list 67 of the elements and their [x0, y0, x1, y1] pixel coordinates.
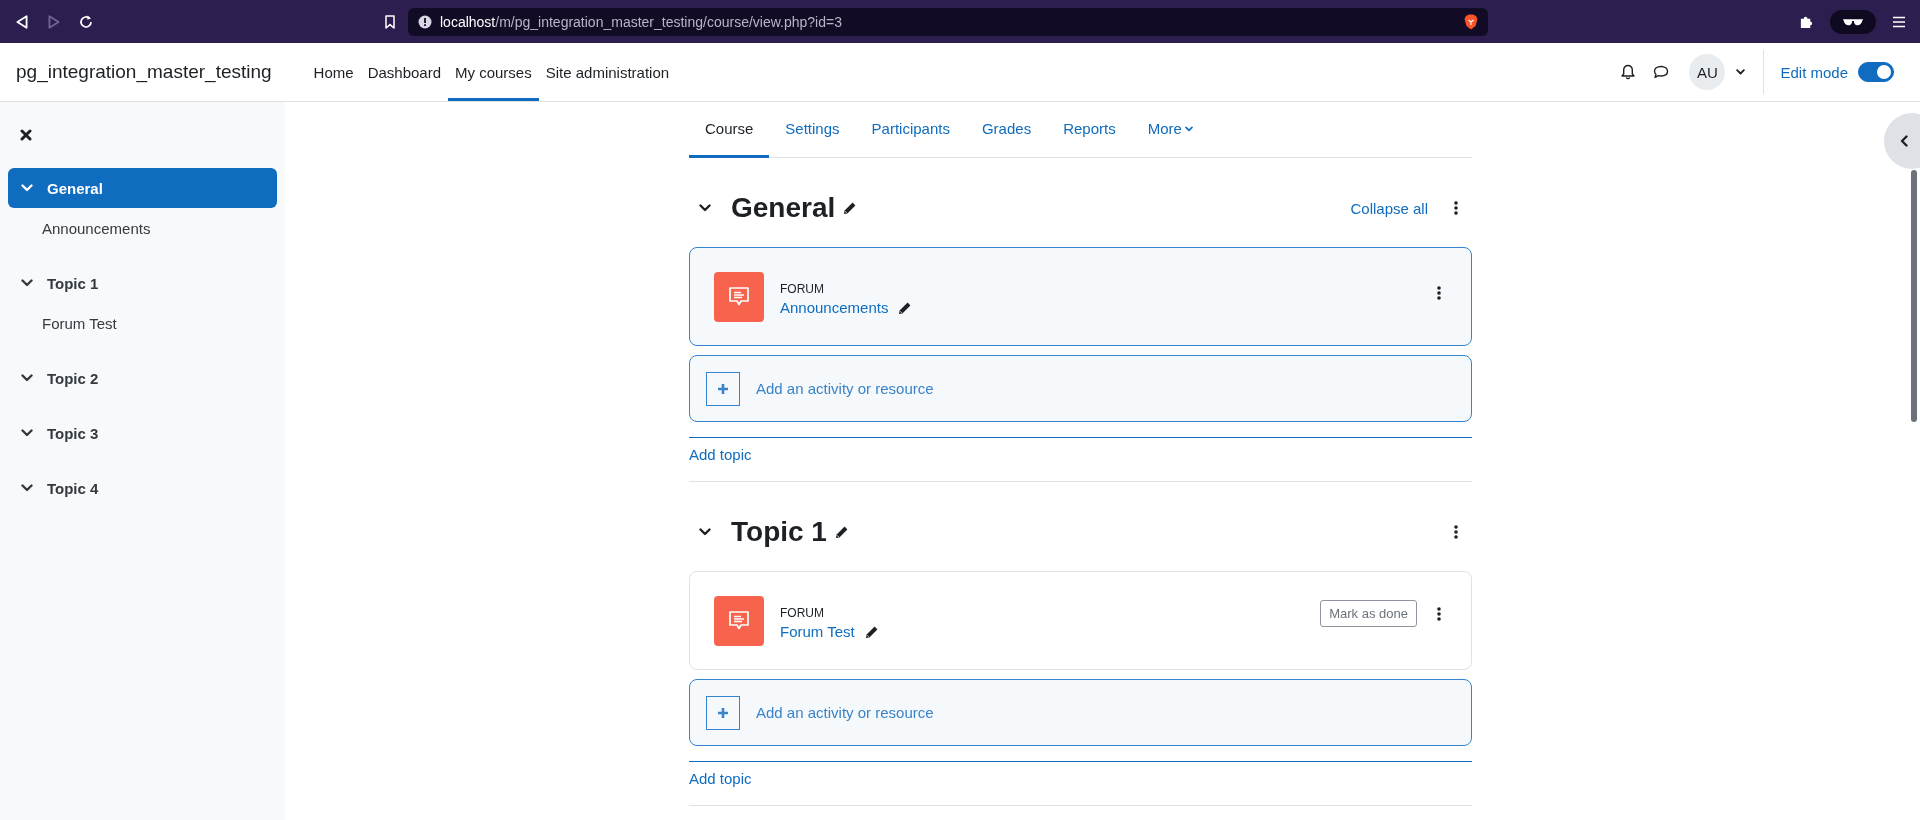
bell-icon[interactable]: [1621, 64, 1636, 80]
info-icon: [418, 14, 432, 29]
caret-icon[interactable]: [1736, 68, 1746, 76]
pencil-icon[interactable]: [843, 201, 858, 215]
course-tab[interactable]: Settings: [769, 102, 856, 158]
course-tab[interactable]: Reports: [1047, 102, 1132, 158]
chevron-down-icon[interactable]: [21, 429, 33, 437]
section-title: Topic 1: [731, 516, 827, 548]
course-index-section[interactable]: Topic 4: [8, 468, 277, 508]
course-index-section[interactable]: General: [8, 168, 277, 208]
course-index-item[interactable]: Announcements: [8, 208, 277, 248]
add-topic-link[interactable]: Add topic: [689, 446, 752, 463]
pencil-icon[interactable]: [834, 525, 849, 539]
chevron-down-icon[interactable]: [699, 528, 711, 536]
kebab-menu-icon[interactable]: [1454, 201, 1458, 215]
add-topic-link[interactable]: Add topic: [689, 770, 752, 787]
pencil-icon[interactable]: [864, 624, 879, 639]
chat-bubble-icon[interactable]: [1653, 65, 1670, 79]
menu-icon[interactable]: [1892, 15, 1906, 28]
course-tab[interactable]: Participants: [855, 102, 966, 158]
glasses-button[interactable]: [1830, 9, 1876, 34]
nav-link[interactable]: Home: [306, 43, 361, 101]
nav-link[interactable]: Site administration: [538, 43, 677, 101]
address-bar[interactable]: localhost/m/pg_integration_master_testing/course/view.php?id=3: [408, 7, 1488, 36]
mark-as-done-button[interactable]: Mark as done: [1320, 600, 1417, 627]
reload-icon[interactable]: [78, 13, 94, 30]
course-tab[interactable]: Course: [689, 102, 770, 158]
chevron-down-icon[interactable]: [21, 279, 33, 287]
site-name[interactable]: pg_integration_master_testing: [16, 61, 272, 83]
course-index-item[interactable]: Forum Test: [8, 303, 277, 343]
course-index-section[interactable]: Topic 3: [8, 413, 277, 453]
nav-link[interactable]: Dashboard: [360, 43, 448, 101]
course-tab[interactable]: Grades: [965, 102, 1048, 158]
course-index-section[interactable]: Topic 2: [8, 358, 277, 398]
plus-icon: [717, 706, 729, 719]
plus-icon: [717, 382, 729, 395]
chevron-down-icon[interactable]: [699, 204, 711, 212]
add-activity-button[interactable]: Add an activity or resource: [689, 355, 1472, 422]
add-activity-button[interactable]: Add an activity or resource: [689, 679, 1472, 746]
activity-type: FORUM: [780, 282, 825, 296]
chevron-down-icon[interactable]: [21, 374, 33, 382]
user-avatar[interactable]: AU: [1689, 54, 1726, 90]
sunglasses-icon: [1842, 16, 1864, 27]
edit-mode-label: Edit mode: [1780, 63, 1848, 81]
activity-link[interactable]: Announcements: [780, 299, 889, 316]
scrollbar[interactable]: [1911, 170, 1917, 422]
kebab-menu-icon[interactable]: [1437, 286, 1441, 300]
kebab-menu-icon[interactable]: [1454, 525, 1458, 539]
puzzle-piece-icon[interactable]: [1799, 14, 1814, 29]
close-icon[interactable]: [20, 129, 32, 141]
kebab-menu-icon[interactable]: [1437, 606, 1441, 621]
section-title: General: [731, 192, 836, 224]
back-icon[interactable]: [14, 13, 30, 30]
chevron-down-icon[interactable]: [21, 484, 33, 492]
chevron-left-icon[interactable]: [1900, 135, 1908, 147]
nav-link[interactable]: My courses: [448, 43, 539, 101]
pencil-icon[interactable]: [898, 300, 913, 315]
course-tab[interactable]: More: [1131, 102, 1209, 158]
lion-shield-icon[interactable]: [1464, 13, 1478, 30]
url-text: localhost/m/pg_integration_master_testing/course/view.php?id=3: [440, 13, 842, 30]
forward-icon[interactable]: [46, 13, 62, 30]
bookmark-icon[interactable]: [384, 14, 396, 29]
activity-link[interactable]: Forum Test: [780, 623, 855, 640]
course-index-section[interactable]: Topic 1: [8, 263, 277, 303]
activity-type: FORUM: [780, 606, 825, 620]
edit-mode-toggle[interactable]: [1858, 62, 1894, 82]
collapse-all-link[interactable]: Collapse all: [1350, 199, 1428, 217]
